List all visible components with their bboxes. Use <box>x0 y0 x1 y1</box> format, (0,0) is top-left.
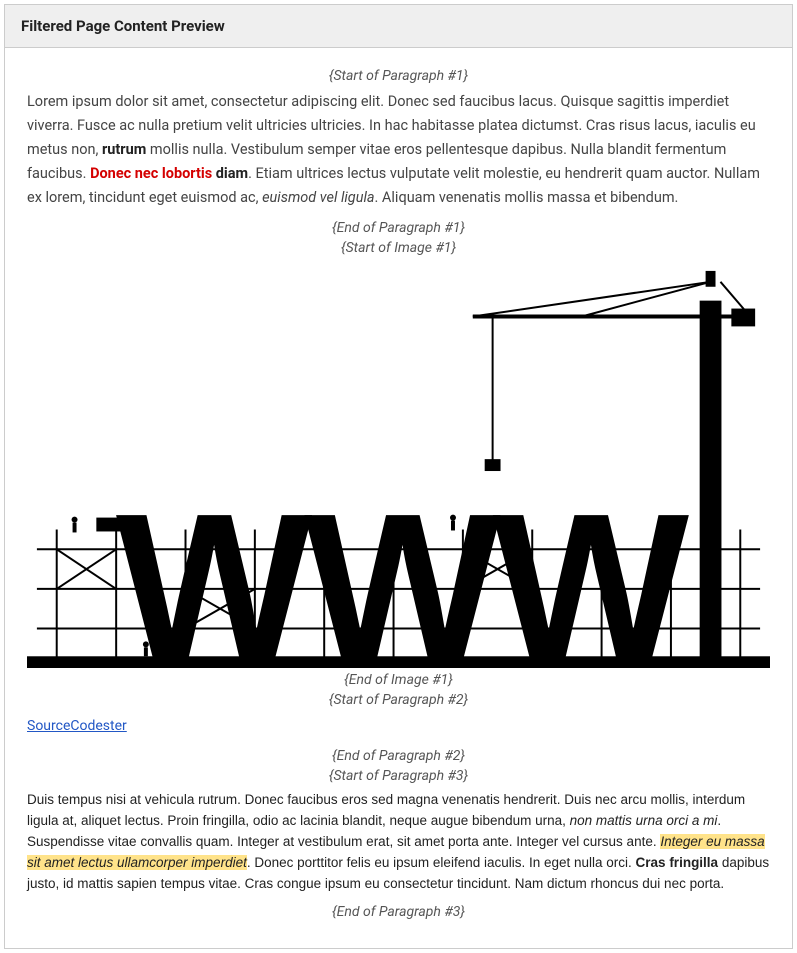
marker-p3-end: {End of Paragraph #3} <box>27 904 770 920</box>
marker-p3-start: {Start of Paragraph #3} <box>27 768 770 784</box>
www-construction-icon: WWW <box>27 262 770 668</box>
marker-img1-start: {Start of Image #1} <box>27 240 770 256</box>
p1-bold-1: rutrum <box>102 141 146 158</box>
content-image-1: WWW <box>27 262 770 668</box>
p3-text-3: . Donec porttitor felis eu ipsum eleifen… <box>247 855 636 870</box>
p1-bold-2: diam <box>212 165 248 182</box>
marker-p1-start: {Start of Paragraph #1} <box>27 68 770 84</box>
preview-panel: Filtered Page Content Preview {Start of … <box>4 4 793 949</box>
p1-italic-1: euismod vel ligula <box>262 189 374 206</box>
sourcecodester-link[interactable]: SourceCodester <box>27 718 127 734</box>
marker-p2-start: {Start of Paragraph #2} <box>27 692 770 708</box>
svg-text:WWW: WWW <box>116 471 690 668</box>
p1-text-4: . Aliquam venenatis mollis massa et bibe… <box>375 189 679 206</box>
p1-red-bold: Donec nec lobortis <box>90 165 212 182</box>
paragraph-2: SourceCodester <box>27 714 770 738</box>
marker-p1-end: {End of Paragraph #1} <box>27 220 770 236</box>
paragraph-3: Duis tempus nisi at vehicula rutrum. Don… <box>27 790 770 895</box>
panel-title: Filtered Page Content Preview <box>5 5 792 48</box>
p3-italic-1: non mattis urna orci a mi <box>570 813 718 828</box>
paragraph-1: Lorem ipsum dolor sit amet, consectetur … <box>27 90 770 210</box>
panel-body: {Start of Paragraph #1} Lorem ipsum dolo… <box>5 48 792 948</box>
marker-p2-end: {End of Paragraph #2} <box>27 748 770 764</box>
marker-img1-end: {End of Image #1} <box>27 672 770 688</box>
p3-bold-1: Cras fringilla <box>636 855 719 870</box>
